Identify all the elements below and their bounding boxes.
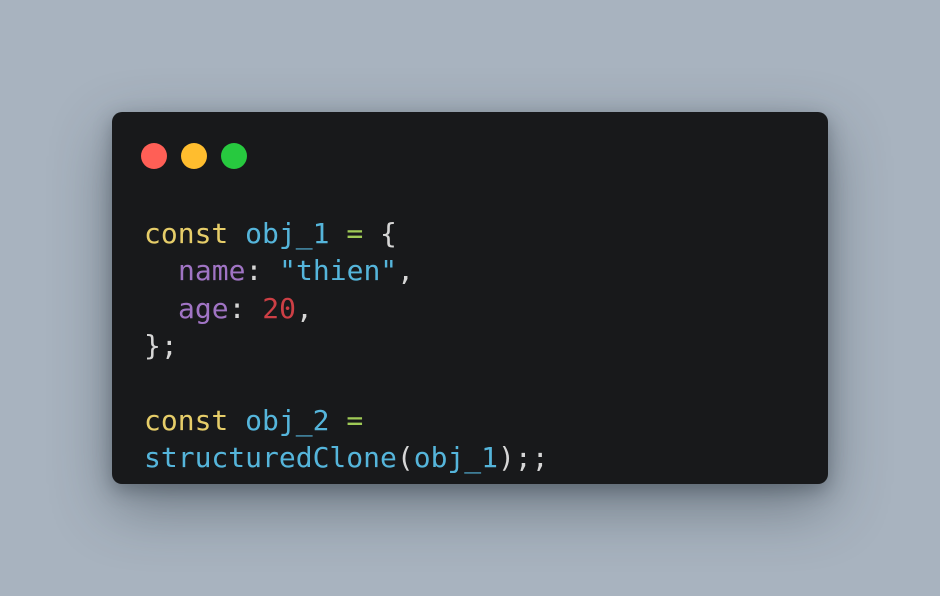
open-brace: { — [380, 217, 397, 250]
close-brace: }; — [144, 329, 178, 363]
close-paren: );; — [498, 441, 549, 475]
colon: : — [228, 291, 246, 325]
maximize-button[interactable] — [221, 143, 247, 169]
code-line-1: const obj_1 = { — [144, 215, 549, 252]
minimize-button[interactable] — [181, 143, 207, 169]
open-paren: ( — [396, 441, 414, 475]
keyword-const: const — [144, 217, 229, 250]
code-line-6: const obj_2 = — [144, 402, 549, 439]
window-controls — [141, 143, 247, 169]
variable-obj-1: obj_1 — [245, 217, 330, 250]
property-age: age — [178, 291, 229, 325]
code-line-5-blank — [144, 365, 549, 402]
code-line-3: age: 20, — [144, 290, 549, 327]
code-line-2: name: "thien", — [144, 252, 549, 289]
close-button[interactable] — [141, 143, 167, 169]
code-window: const obj_1 = {name: "thien", age: 20,}; c… — [112, 112, 828, 484]
code-line-7: structuredClone(obj_1);; — [144, 439, 549, 476]
code-block: const obj_1 = {name: "thien", age: 20,}; c… — [144, 215, 549, 477]
number-value: 20 — [262, 291, 297, 325]
function-structured-clone: structuredClone — [144, 441, 397, 475]
colon: : — [245, 254, 263, 288]
string-value: "thien" — [279, 254, 398, 288]
assign-operator: = — [346, 403, 364, 437]
assign-operator: = — [346, 217, 364, 250]
keyword-const: const — [144, 403, 229, 437]
comma: , — [397, 254, 415, 288]
variable-obj-2: obj_2 — [245, 403, 330, 437]
comma: , — [296, 291, 313, 325]
property-name: name — [178, 254, 246, 288]
code-line-4: }; — [144, 327, 549, 364]
argument-obj-1: obj_1 — [413, 441, 499, 475]
